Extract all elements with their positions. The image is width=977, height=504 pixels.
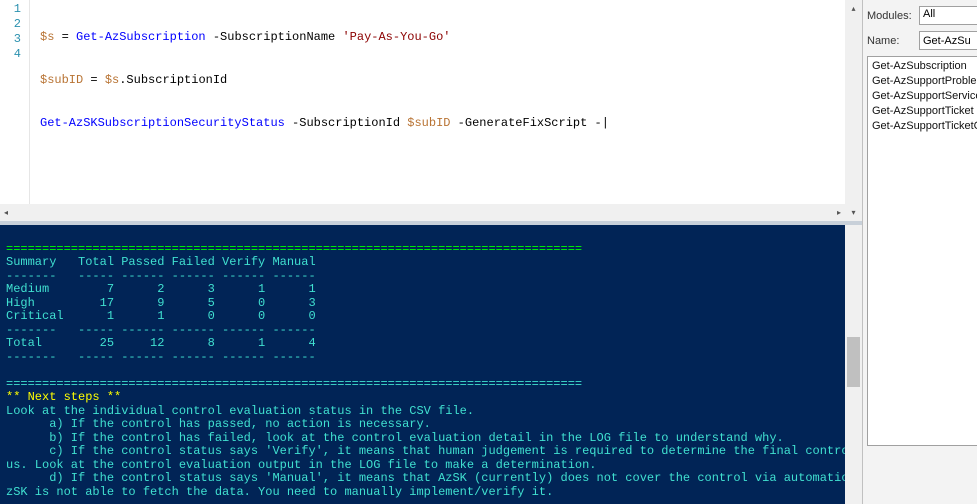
name-filter-input[interactable] — [919, 31, 977, 50]
line-number-gutter: 1 2 3 4 — [0, 0, 30, 221]
terminal-line: Look at the individual control evaluatio… — [6, 404, 474, 418]
line-number: 3 — [0, 32, 21, 47]
summary-row-medium: Medium 7 2 3 1 1 — [6, 282, 316, 296]
modules-label: Modules: — [867, 10, 915, 22]
summary-sep: ------- ----- ------ ------ ------ -----… — [6, 269, 316, 283]
terminal-line: a) If the control has passed, no action … — [6, 417, 431, 431]
code-line[interactable]: $s = Get-AzSubscription -SubscriptionNam… — [40, 30, 609, 45]
summary-sep: ------- ----- ------ ------ ------ -----… — [6, 350, 316, 364]
code-line[interactable]: $subID = $s.SubscriptionId — [40, 73, 609, 88]
code-line[interactable]: Get-AzSKSubscriptionSecurityStatus -Subs… — [40, 116, 609, 131]
suggestion-item[interactable]: Get-AzSubscription — [868, 59, 977, 74]
terminal-line: us. Look at the control evaluation outpu… — [6, 458, 597, 472]
editor-scrollbar-vertical[interactable]: ▴ ▾ — [845, 0, 862, 221]
command-suggestions-list[interactable]: Get-AzSubscription Get-AzSupportProblem … — [867, 56, 977, 446]
suggestion-item[interactable]: Get-AzSupportService — [868, 89, 977, 104]
scroll-up-icon[interactable]: ▴ — [845, 0, 862, 17]
summary-header: Summary Total Passed Failed Verify Manua… — [6, 255, 316, 269]
line-number: 4 — [0, 47, 21, 62]
scroll-down-icon[interactable]: ▾ — [845, 204, 862, 221]
scroll-right-icon[interactable]: ▸ — [837, 208, 841, 218]
main-column: 1 2 3 4 $s = Get-AzSubscription -Subscri… — [0, 0, 862, 504]
suggestion-item[interactable]: Get-AzSupportTicketC — [868, 119, 977, 134]
summary-row-high: High 17 9 5 0 3 — [6, 296, 316, 310]
script-editor[interactable]: 1 2 3 4 $s = Get-AzSubscription -Subscri… — [0, 0, 862, 225]
scroll-left-icon[interactable]: ◂ — [4, 208, 8, 218]
terminal-line: ========================================… — [6, 242, 582, 256]
editor-scrollbar-horizontal[interactable]: ◂ ▸ — [0, 204, 845, 221]
terminal-scrollbar-vertical[interactable] — [845, 225, 862, 504]
modules-select[interactable]: All — [919, 6, 977, 25]
code-line[interactable] — [40, 159, 609, 174]
text-caret — [602, 116, 609, 130]
line-number: 1 — [0, 2, 21, 17]
name-label: Name: — [867, 35, 915, 47]
suggestion-item[interactable]: Get-AzSupportProblem — [868, 74, 977, 89]
summary-sep: ------- ----- ------ ------ ------ -----… — [6, 323, 316, 337]
summary-row-total: Total 25 12 8 1 4 — [6, 336, 316, 350]
terminal-line: zSK is not able to fetch the data. You n… — [6, 485, 553, 499]
scrollbar-thumb[interactable] — [847, 337, 860, 387]
command-panel: Modules: All Name: Get-AzSubscription Ge… — [862, 0, 977, 504]
terminal-line: c) If the control status says 'Verify', … — [6, 444, 862, 458]
terminal-line: b) If the control has failed, look at th… — [6, 431, 784, 445]
summary-row-critical: Critical 1 1 0 0 0 — [6, 309, 316, 323]
suggestion-item[interactable]: Get-AzSupportTicket — [868, 104, 977, 119]
terminal-line: ========================================… — [6, 377, 582, 391]
code-area[interactable]: $s = Get-AzSubscription -SubscriptionNam… — [30, 0, 609, 221]
output-terminal[interactable]: ========================================… — [0, 225, 862, 504]
line-number: 2 — [0, 17, 21, 32]
terminal-line: d) If the control status says 'Manual', … — [6, 471, 862, 485]
next-steps-header: ** Next steps ** — [6, 390, 121, 404]
